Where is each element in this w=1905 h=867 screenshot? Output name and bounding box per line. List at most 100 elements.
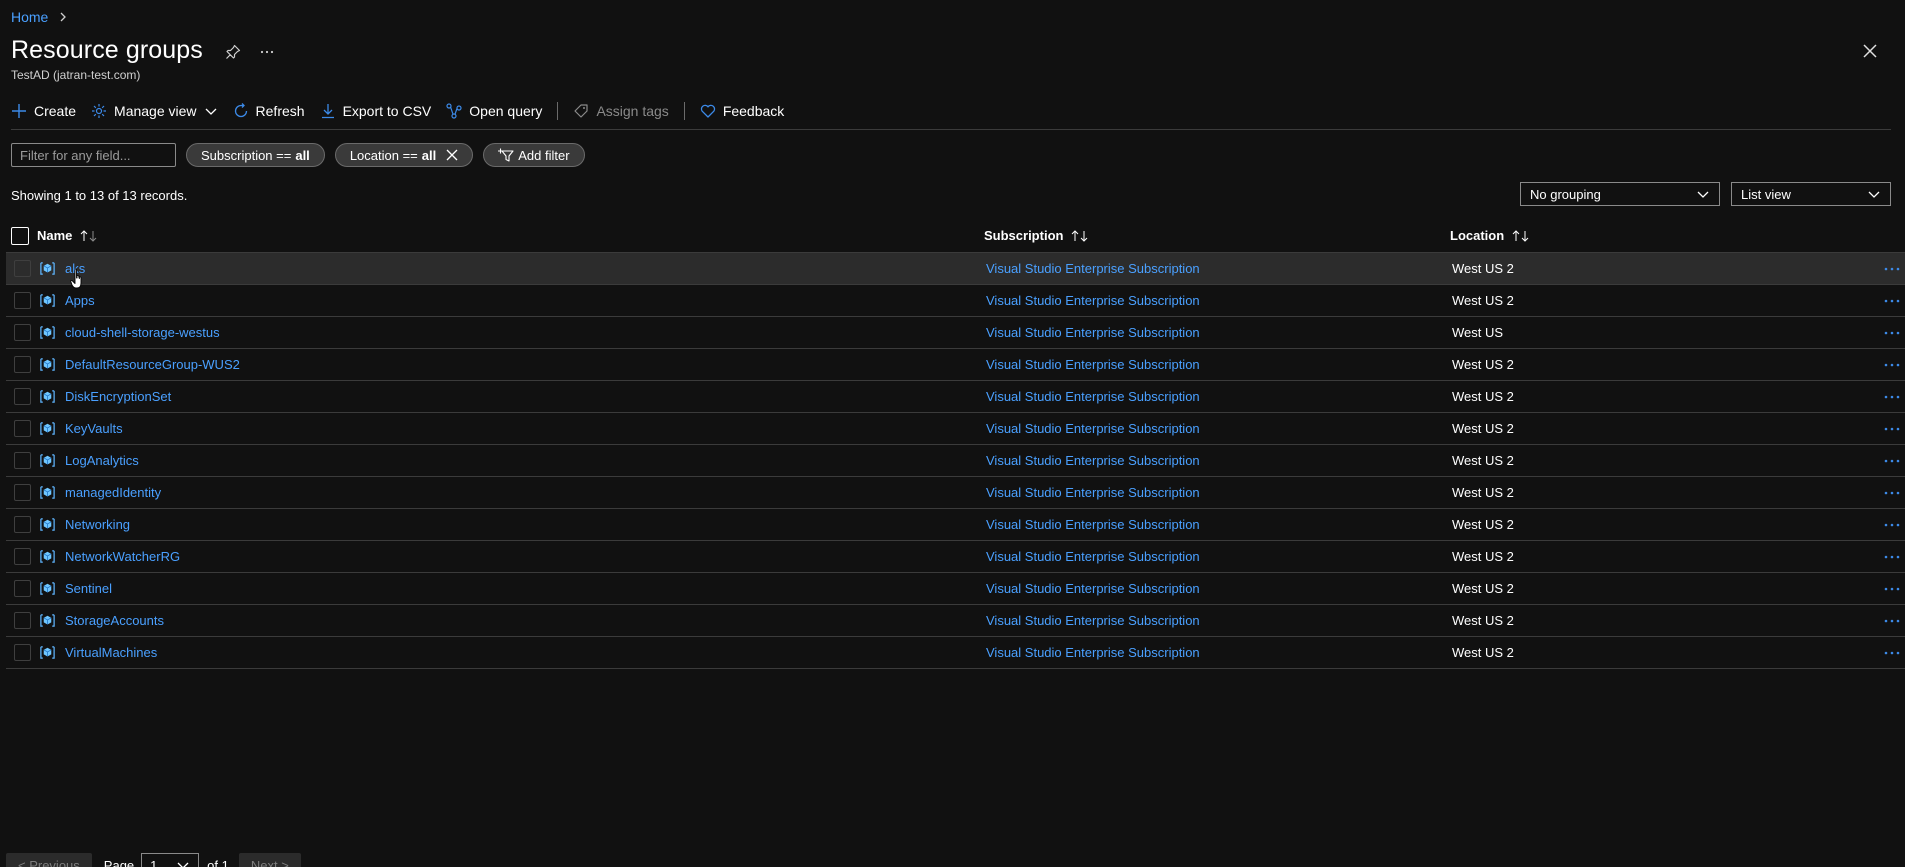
ellipsis-icon[interactable]	[1883, 490, 1905, 496]
row-checkbox[interactable]	[14, 356, 31, 373]
sort-icon[interactable]	[1512, 229, 1530, 242]
table-row[interactable]: Apps Visual Studio Enterprise Subscripti…	[6, 285, 1905, 317]
ellipsis-icon[interactable]	[1883, 650, 1905, 656]
subscription-link[interactable]: Visual Studio Enterprise Subscription	[986, 549, 1200, 564]
table-row[interactable]: aks Visual Studio Enterprise Subscriptio…	[6, 253, 1905, 285]
subscription-filter-pill[interactable]: Subscription == all	[186, 143, 325, 167]
row-checkbox[interactable]	[14, 420, 31, 437]
subscription-link[interactable]: Visual Studio Enterprise Subscription	[986, 453, 1200, 468]
filter-input[interactable]	[11, 143, 176, 167]
feedback-button[interactable]: Feedback	[700, 100, 784, 122]
select-all-checkbox[interactable]	[11, 226, 29, 245]
resource-group-name-link[interactable]: StorageAccounts	[65, 613, 164, 628]
subscription-link[interactable]: Visual Studio Enterprise Subscription	[986, 421, 1200, 436]
table-row[interactable]: DiskEncryptionSet Visual Studio Enterpri…	[6, 381, 1905, 413]
resource-group-name-link[interactable]: LogAnalytics	[65, 453, 139, 468]
resource-group-name-link[interactable]: Networking	[65, 517, 130, 532]
location-column-header[interactable]: Location	[1450, 228, 1905, 243]
ellipsis-icon[interactable]	[1883, 458, 1905, 464]
name-column-header[interactable]: Name	[29, 228, 984, 243]
row-checkbox[interactable]	[14, 548, 31, 565]
grouping-dropdown[interactable]: No grouping	[1520, 182, 1720, 206]
subscription-link[interactable]: Visual Studio Enterprise Subscription	[986, 485, 1200, 500]
resource-group-name-link[interactable]: Sentinel	[65, 581, 112, 596]
resource-group-icon	[40, 582, 55, 595]
view-dropdown[interactable]: List view	[1731, 182, 1891, 206]
pin-icon[interactable]	[225, 44, 241, 60]
location-cell: West US 2	[1452, 293, 1514, 308]
resource-group-name-link[interactable]: NetworkWatcherRG	[65, 549, 180, 564]
location-filter-pill[interactable]: Location == all	[334, 143, 474, 167]
resource-group-name-link[interactable]: Apps	[65, 293, 95, 308]
ellipsis-icon[interactable]	[1883, 266, 1905, 272]
row-checkbox[interactable]	[14, 260, 31, 277]
row-checkbox[interactable]	[14, 516, 31, 533]
row-checkbox[interactable]	[14, 644, 31, 661]
subscription-link[interactable]: Visual Studio Enterprise Subscription	[986, 613, 1200, 628]
table-row[interactable]: KeyVaults Visual Studio Enterprise Subsc…	[6, 413, 1905, 445]
resource-group-name-link[interactable]: VirtualMachines	[65, 645, 157, 660]
ellipsis-icon[interactable]	[1883, 298, 1905, 304]
location-cell: West US 2	[1452, 261, 1514, 276]
create-button[interactable]: Create	[11, 100, 76, 122]
subscription-link[interactable]: Visual Studio Enterprise Subscription	[986, 581, 1200, 596]
subscription-column-header[interactable]: Subscription	[984, 228, 1450, 243]
table-row[interactable]: DefaultResourceGroup-WUS2 Visual Studio …	[6, 349, 1905, 381]
page-select[interactable]: 1	[141, 853, 200, 867]
ellipsis-icon[interactable]	[1883, 618, 1905, 624]
subscription-link[interactable]: Visual Studio Enterprise Subscription	[986, 645, 1200, 660]
more-options-icon[interactable]	[259, 44, 275, 60]
resource-group-name-link[interactable]: managedIdentity	[65, 485, 161, 500]
open-query-button[interactable]: Open query	[446, 100, 542, 122]
close-icon[interactable]	[1861, 42, 1879, 60]
sort-icon[interactable]	[80, 229, 98, 242]
location-cell: West US 2	[1452, 581, 1514, 596]
table-row[interactable]: StorageAccounts Visual Studio Enterprise…	[6, 605, 1905, 637]
ellipsis-icon[interactable]	[1883, 554, 1905, 560]
sort-icon[interactable]	[1071, 229, 1089, 242]
subscription-link[interactable]: Visual Studio Enterprise Subscription	[986, 325, 1200, 340]
ellipsis-icon[interactable]	[1883, 330, 1905, 336]
table-row[interactable]: LogAnalytics Visual Studio Enterprise Su…	[6, 445, 1905, 477]
refresh-label: Refresh	[255, 102, 305, 119]
row-checkbox[interactable]	[14, 388, 31, 405]
table-row[interactable]: Networking Visual Studio Enterprise Subs…	[6, 509, 1905, 541]
subscription-link[interactable]: Visual Studio Enterprise Subscription	[986, 261, 1200, 276]
subscription-link[interactable]: Visual Studio Enterprise Subscription	[986, 389, 1200, 404]
ellipsis-icon[interactable]	[1883, 586, 1905, 592]
close-icon[interactable]	[446, 149, 458, 161]
ellipsis-icon[interactable]	[1883, 394, 1905, 400]
resource-group-icon	[40, 646, 55, 659]
refresh-button[interactable]: Refresh	[233, 100, 305, 122]
subscription-link[interactable]: Visual Studio Enterprise Subscription	[986, 517, 1200, 532]
resource-group-name-link[interactable]: DiskEncryptionSet	[65, 389, 171, 404]
ellipsis-icon[interactable]	[1883, 522, 1905, 528]
row-checkbox[interactable]	[14, 484, 31, 501]
resource-group-name-link[interactable]: DefaultResourceGroup-WUS2	[65, 357, 240, 372]
row-checkbox[interactable]	[14, 580, 31, 597]
table-row[interactable]: Sentinel Visual Studio Enterprise Subscr…	[6, 573, 1905, 605]
resource-group-name-link[interactable]: cloud-shell-storage-westus	[65, 325, 220, 340]
table-row[interactable]: cloud-shell-storage-westus Visual Studio…	[6, 317, 1905, 349]
row-checkbox[interactable]	[14, 612, 31, 629]
next-page-button[interactable]: Next >	[238, 853, 301, 867]
heart-icon	[700, 104, 715, 118]
refresh-icon	[234, 102, 247, 117]
row-checkbox[interactable]	[14, 324, 31, 341]
ellipsis-icon[interactable]	[1883, 426, 1905, 432]
manage-view-button[interactable]: Manage view	[91, 100, 218, 122]
table-row[interactable]: NetworkWatcherRG Visual Studio Enterpris…	[6, 541, 1905, 573]
subscription-link[interactable]: Visual Studio Enterprise Subscription	[986, 357, 1200, 372]
assign-tags-button[interactable]: Assign tags	[573, 100, 669, 122]
add-filter-button[interactable]: Add filter	[483, 143, 585, 167]
row-checkbox[interactable]	[14, 452, 31, 469]
table-row[interactable]: managedIdentity Visual Studio Enterprise…	[6, 477, 1905, 509]
table-row[interactable]: VirtualMachines Visual Studio Enterprise…	[6, 637, 1905, 669]
subscription-link[interactable]: Visual Studio Enterprise Subscription	[986, 293, 1200, 308]
ellipsis-icon[interactable]	[1883, 362, 1905, 368]
export-csv-button[interactable]: Export to CSV	[320, 100, 431, 122]
previous-page-button[interactable]: < Previous	[6, 853, 92, 867]
row-checkbox[interactable]	[14, 292, 31, 309]
resource-group-name-link[interactable]: KeyVaults	[65, 421, 123, 436]
breadcrumb-home-link[interactable]: Home	[11, 9, 48, 25]
